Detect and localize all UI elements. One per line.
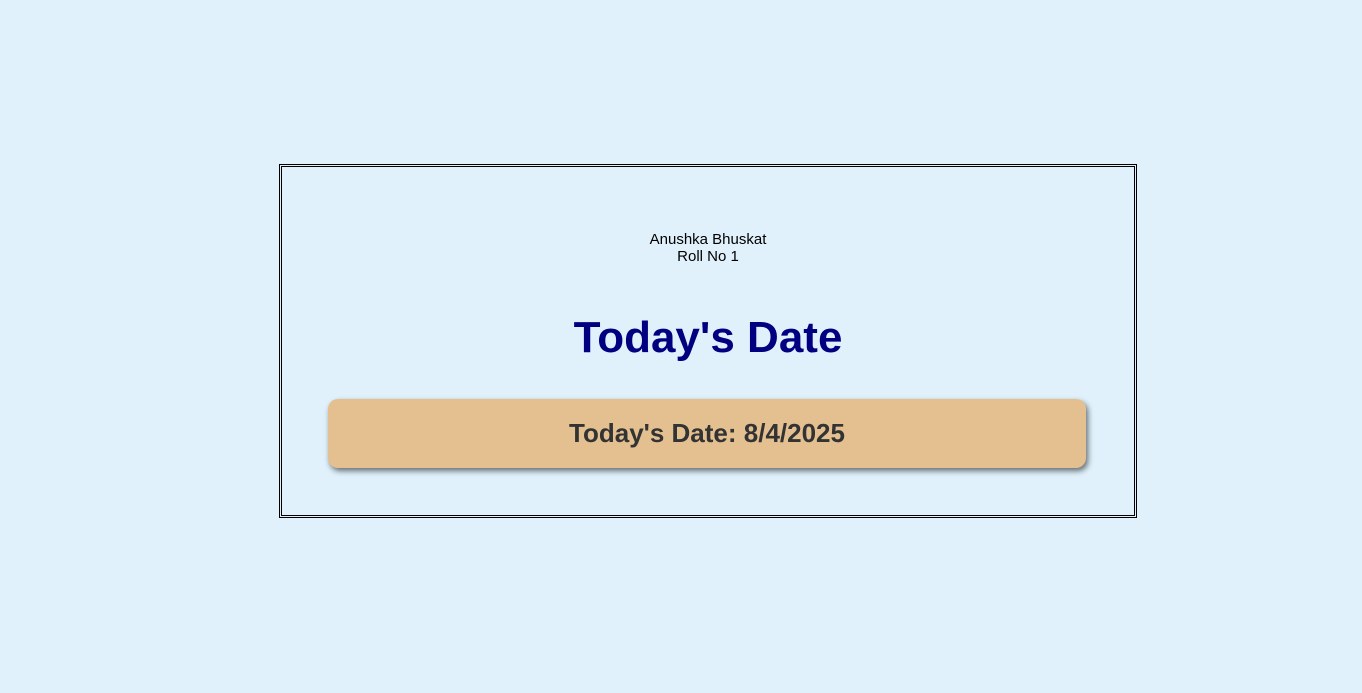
date-label: Today's Date: (569, 418, 737, 448)
date-value: 8/4/2025 (743, 418, 845, 448)
date-display-box: Today's Date: 8/4/2025 (328, 399, 1086, 468)
page-title: Today's Date (573, 313, 843, 362)
roll-number: Roll No 1 (677, 248, 739, 265)
content-frame: Anushka Bhuskat Roll No 1 Today's Date T… (279, 164, 1137, 518)
author-info: Anushka Bhuskat Roll No 1 (282, 231, 1134, 265)
author-name: Anushka Bhuskat (649, 231, 767, 248)
